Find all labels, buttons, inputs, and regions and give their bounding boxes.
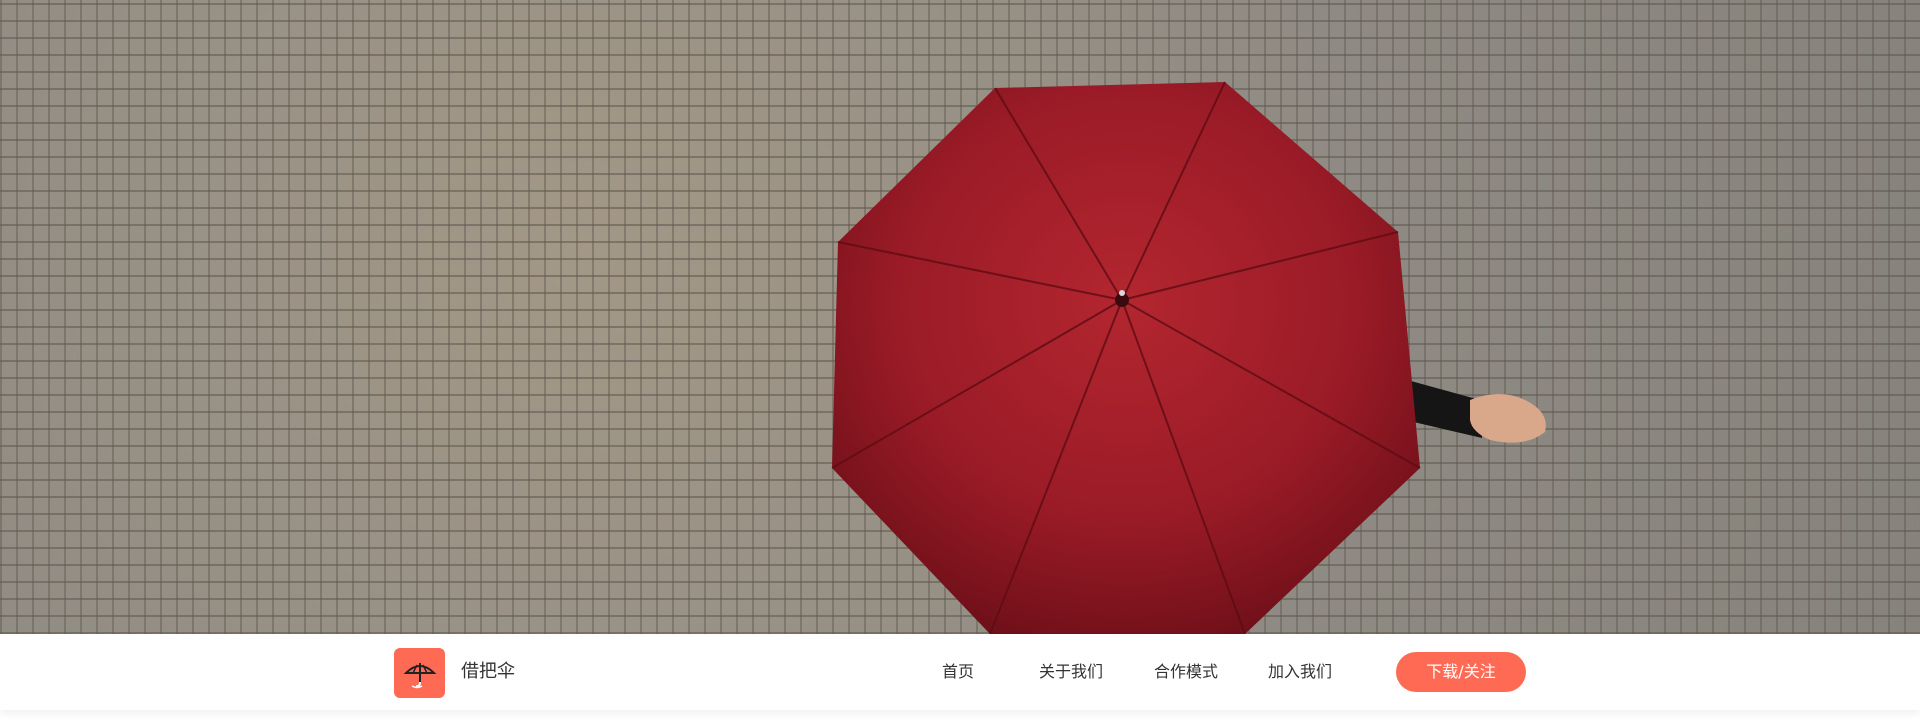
top-navbar: 借把伞 首页 关于我们 合作模式 加入我们 下载/关注 [0, 634, 1920, 710]
nav-item-join-us[interactable]: 加入我们 [1268, 661, 1332, 683]
hero-photo-umbrella [831, 81, 1546, 634]
nav-item-home[interactable]: 首页 [942, 661, 974, 683]
hero-banner [0, 0, 1920, 634]
nav-item-partnership[interactable]: 合作模式 [1154, 661, 1218, 683]
brand-name[interactable]: 借把伞 [461, 660, 515, 684]
nav-item-about[interactable]: 关于我们 [1039, 661, 1103, 683]
umbrella-icon [403, 663, 436, 689]
download-follow-button[interactable]: 下载/关注 [1396, 652, 1526, 692]
logo[interactable] [394, 648, 445, 698]
